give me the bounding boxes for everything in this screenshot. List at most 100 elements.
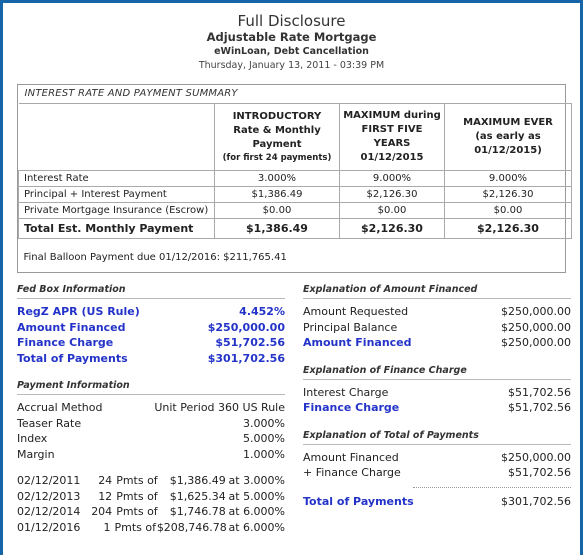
divider <box>303 378 571 380</box>
explanation-label-link[interactable]: Amount Financed <box>303 335 412 351</box>
explanation-label: Interest Charge <box>303 385 389 399</box>
explanation-label: + Finance Charge <box>303 466 401 479</box>
list-item: Index 5.000% <box>17 431 285 447</box>
header-introductory-note: (for first 24 payments) <box>222 153 332 163</box>
table-row-total: Total Est. Monthly Payment $1,386.49 $2,… <box>18 218 572 239</box>
schedule-of-label: Pmts of <box>116 474 158 487</box>
list-item: Interest Charge $51,702.56 <box>303 385 571 401</box>
list-item: Total of Payments $301,702.56 <box>17 351 285 367</box>
fed-box-label[interactable]: Finance Charge <box>17 335 113 351</box>
row-value-introductory: $1,386.49 <box>214 186 340 203</box>
payment-info-label: Accrual Method <box>17 401 103 414</box>
explanation-total-payments-section: Explanation of Total of Payments Amount … <box>303 430 571 510</box>
fed-box-section: Fed Box Information RegZ APR (US Rule) 4… <box>17 284 285 366</box>
document-subtitle: Adjustable Rate Mortgage <box>206 30 377 44</box>
fed-box-label[interactable]: Amount Financed <box>17 320 126 336</box>
explanation-value: $51,702.56 <box>508 401 571 414</box>
explanation-total-payments-heading: Explanation of Total of Payments <box>303 429 479 441</box>
row-value-first-five: $2,126.30 <box>339 186 445 203</box>
balloon-payment-note: Final Balloon Payment due 01/12/2016: $2… <box>18 238 572 272</box>
explanation-value: $51,702.56 <box>508 385 571 399</box>
explanation-amount-financed-heading: Explanation of Amount Financed <box>303 284 478 295</box>
header-maximum-ever-line2: (as early as <box>475 131 541 142</box>
list-item-total: Total of Payments $301,702.56 <box>303 494 571 510</box>
row-value-first-five: $2,126.30 <box>339 218 445 239</box>
schedule-row: 02/12/2013 12 Pmts of $1,625.34 at 5.000… <box>17 489 285 505</box>
payment-info-value: Unit Period 360 US Rule <box>154 401 285 414</box>
schedule-count: 204 <box>91 505 113 518</box>
payment-info-value: 3.000% <box>243 416 285 430</box>
header-blank-cell <box>18 103 215 171</box>
table-row: Private Mortgage Insurance (Escrow) $0.0… <box>18 202 572 219</box>
row-value-introductory: $0.00 <box>214 202 340 219</box>
row-value-introductory: 3.000% <box>214 170 340 187</box>
payment-info-label: Margin <box>17 447 55 461</box>
list-item: Amount Financed $250,000.00 <box>303 335 571 351</box>
row-label: Principal + Interest Payment <box>18 186 215 203</box>
fed-box-label[interactable]: Total of Payments <box>17 351 128 367</box>
row-value-first-five: 9.000% <box>339 170 445 187</box>
header-maximum-ever: MAXIMUM EVER (as early as 01/12/2015) <box>444 103 572 171</box>
schedule-rate: at 3.000% <box>228 474 286 487</box>
disclosure-page: Full Disclosure Adjustable Rate Mortgage… <box>0 0 583 555</box>
schedule-date: 02/12/2011 <box>17 474 81 487</box>
explanation-label: Amount Financed <box>303 450 399 464</box>
row-value-maximum-ever: $2,126.30 <box>444 186 572 203</box>
schedule-of-label: Pmts of <box>114 520 156 534</box>
total-of-payments-label[interactable]: Total of Payments <box>303 494 414 510</box>
header-maximum-ever-line1: MAXIMUM EVER <box>463 117 553 128</box>
header-first-five-line1: MAXIMUM during <box>343 110 441 121</box>
divider <box>303 298 571 299</box>
fed-box-label[interactable]: RegZ APR (US Rule) <box>17 304 140 320</box>
schedule-amount: $1,746.78 <box>169 505 226 518</box>
header-introductory-line2: Rate & Monthly <box>233 125 321 136</box>
header-first-five-line4: 01/12/2015 <box>360 152 424 163</box>
explanation-finance-charge-heading: Explanation of Finance Charge <box>303 364 467 376</box>
schedule-amount: $1,386.49 <box>169 474 226 487</box>
schedule-count: 1 <box>103 520 111 534</box>
divider <box>17 394 285 395</box>
payment-info-value: 5.000% <box>243 432 285 445</box>
fed-box-value: $250,000.00 <box>207 320 285 334</box>
divider <box>413 486 571 488</box>
document-header: Full Disclosure Adjustable Rate Mortgage… <box>3 3 580 79</box>
row-label: Interest Rate <box>18 170 215 187</box>
schedule-date: 02/12/2013 <box>17 489 81 503</box>
explanation-value: $51,702.56 <box>508 466 571 479</box>
schedule-count: 12 <box>98 489 113 503</box>
payment-info-label: Index <box>17 432 48 445</box>
list-item: + Finance Charge $51,702.56 <box>303 465 571 481</box>
list-item: Finance Charge $51,702.56 <box>17 335 285 351</box>
fed-box-value: $51,702.56 <box>215 336 285 349</box>
divider <box>303 443 571 445</box>
list-item: Finance Charge $51,702.56 <box>303 400 571 416</box>
header-first-five-line2: FIRST FIVE <box>361 124 423 135</box>
explanation-finance-charge-section: Explanation of Finance Charge Interest C… <box>303 365 571 416</box>
list-item: Amount Financed $250,000.00 <box>303 450 571 466</box>
schedule-rate: at 5.000% <box>228 489 286 503</box>
summary-table: INTEREST RATE AND PAYMENT SUMMARY INTROD… <box>18 85 572 272</box>
payment-schedule: 02/12/2011 24 Pmts of $1,386.49 at 3.000… <box>17 473 285 535</box>
list-item: Accrual Method Unit Period 360 US Rule <box>17 400 285 416</box>
explanation-label-link[interactable]: Finance Charge <box>303 400 399 416</box>
fed-box-value: 4.452% <box>239 305 285 318</box>
row-value-maximum-ever: 9.000% <box>444 170 572 187</box>
fed-box-value: $301,702.56 <box>207 351 285 365</box>
summary-section-title: INTEREST RATE AND PAYMENT SUMMARY <box>18 85 572 104</box>
schedule-row: 02/12/2014 204 Pmts of $1,746.78 at 6.00… <box>17 504 285 520</box>
table-header-row: INTRODUCTORY Rate & Monthly Payment (for… <box>18 103 572 171</box>
schedule-of-label: Pmts of <box>116 489 158 503</box>
table-row: Final Balloon Payment due 01/12/2016: $2… <box>18 238 572 272</box>
schedule-of-label: Pmts of <box>116 505 158 518</box>
header-maximum-ever-line3: 01/12/2015) <box>474 145 542 156</box>
payment-information-heading: Payment Information <box>17 380 130 391</box>
schedule-count: 24 <box>98 474 113 487</box>
schedule-row: 02/12/2011 24 Pmts of $1,386.49 at 3.000… <box>17 473 285 489</box>
row-label: Private Mortgage Insurance (Escrow) <box>18 202 215 219</box>
explanation-value: $250,000.00 <box>501 305 571 318</box>
header-introductory-line3: Payment <box>252 139 302 150</box>
list-item: Principal Balance $250,000.00 <box>303 320 571 336</box>
right-column: Explanation of Amount Financed Amount Re… <box>303 284 571 535</box>
